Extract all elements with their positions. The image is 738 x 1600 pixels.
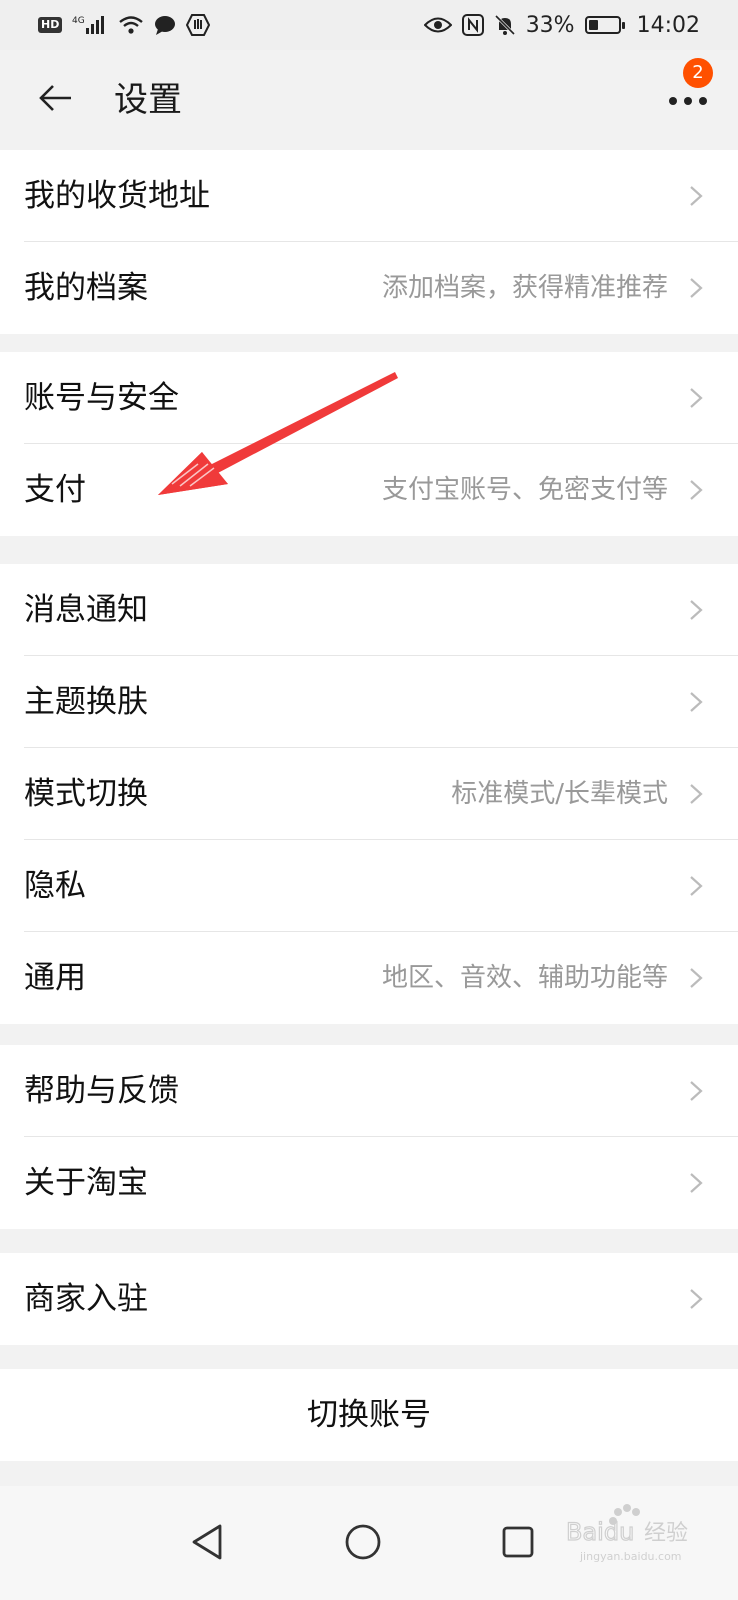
setting-row-address[interactable]: 我的收货地址	[0, 150, 738, 242]
chevron-right-icon	[690, 186, 703, 206]
setting-row-help-feedback[interactable]: 帮助与反馈	[0, 1045, 738, 1137]
svg-text:jingyan.baidu.com: jingyan.baidu.com	[579, 1550, 682, 1563]
svg-text:经验: 经验	[644, 1521, 688, 1546]
setting-hint: 地区、音效、辅助功能等	[381, 963, 668, 993]
chevron-right-icon	[690, 1289, 703, 1309]
square-recents-icon	[502, 1526, 534, 1558]
svg-text:Baidu: Baidu	[566, 1518, 634, 1546]
setting-hint: 标准模式/长辈模式	[451, 779, 668, 809]
svg-text:4G: 4G	[72, 16, 85, 26]
chevron-right-icon	[690, 876, 703, 896]
setting-label: 模式切换	[24, 776, 148, 812]
chevron-right-icon	[690, 784, 703, 804]
settings-group-merchant: 商家入驻	[0, 1253, 738, 1345]
triangle-back-icon	[192, 1524, 222, 1560]
setting-hint: 添加档案，获得精准推荐	[381, 273, 668, 303]
setting-row-privacy[interactable]: 隐私	[0, 840, 738, 932]
status-time: 14:02	[636, 12, 700, 38]
status-bar: HD 4G 33% 14:02	[0, 0, 738, 50]
chevron-right-icon	[690, 1081, 703, 1101]
switch-account-button[interactable]: 切换账号	[0, 1369, 738, 1461]
hand-icon	[186, 14, 211, 36]
chevron-right-icon	[690, 600, 703, 620]
status-left: HD 4G	[38, 14, 211, 36]
circle-home-icon	[345, 1524, 381, 1560]
annotation-arrow	[158, 372, 398, 495]
setting-label: 关于淘宝	[24, 1165, 148, 1201]
chevron-right-icon	[690, 968, 703, 988]
setting-label: 隐私	[24, 868, 86, 904]
setting-row-about[interactable]: 关于淘宝	[0, 1137, 738, 1229]
more-dots-icon	[669, 97, 707, 105]
setting-hint: 支付宝账号、免密支付等	[381, 475, 668, 505]
battery-level	[588, 20, 598, 30]
app-header: 设置 2	[0, 50, 738, 150]
settings-group-help: 帮助与反馈 关于淘宝	[0, 1045, 738, 1229]
setting-label: 消息通知	[24, 592, 148, 628]
hd-icon: HD	[38, 17, 63, 33]
settings-group-profile: 我的收货地址 我的档案 添加档案，获得精准推荐	[0, 150, 738, 334]
setting-label: 商家入驻	[24, 1281, 148, 1317]
notification-badge: 2	[683, 58, 713, 88]
page-title: 设置	[114, 80, 182, 120]
chevron-right-icon	[690, 388, 703, 408]
chevron-right-icon	[690, 480, 703, 500]
nfc-icon	[461, 14, 484, 36]
message-icon	[154, 14, 176, 36]
setting-label: 主题换肤	[24, 684, 148, 720]
eye-icon	[423, 15, 452, 35]
switch-account-label: 切换账号	[307, 1397, 431, 1433]
baidu-watermark: Baidu 经验 jingyan.baidu.com	[566, 1504, 688, 1563]
signal-icon: 4G	[72, 14, 108, 36]
nav-home-button[interactable]	[343, 1522, 383, 1562]
setting-row-general[interactable]: 通用 地区、音效、辅助功能等	[0, 932, 738, 1024]
settings-group-general: 消息通知 主题换肤 模式切换 标准模式/长辈模式 隐私 通用 地区、音效、辅助功…	[0, 564, 738, 1024]
battery-percent: 33%	[525, 12, 575, 38]
back-button[interactable]	[36, 78, 76, 118]
setting-row-merchant[interactable]: 商家入驻	[0, 1253, 738, 1345]
more-button[interactable]	[666, 86, 710, 126]
setting-row-mode-switch[interactable]: 模式切换 标准模式/长辈模式	[0, 748, 738, 840]
setting-row-notifications[interactable]: 消息通知	[0, 564, 738, 656]
nav-back-button[interactable]	[190, 1522, 226, 1562]
setting-label: 我的收货地址	[24, 178, 210, 214]
bell-muted-icon	[494, 14, 516, 36]
setting-label: 支付	[24, 472, 86, 508]
wifi-icon	[118, 14, 144, 36]
chevron-right-icon	[690, 278, 703, 298]
setting-label: 帮助与反馈	[24, 1073, 179, 1109]
nav-recents-button[interactable]	[500, 1524, 536, 1560]
setting-label: 通用	[24, 960, 86, 996]
chevron-right-icon	[690, 1173, 703, 1193]
setting-label: 我的档案	[24, 270, 148, 306]
setting-row-profile[interactable]: 我的档案 添加档案，获得精准推荐	[0, 242, 738, 334]
chevron-right-icon	[690, 692, 703, 712]
battery-icon	[584, 16, 625, 34]
status-right: 33% 14:02	[423, 12, 700, 38]
back-arrow-icon	[39, 85, 71, 111]
setting-row-theme[interactable]: 主题换肤	[0, 656, 738, 748]
